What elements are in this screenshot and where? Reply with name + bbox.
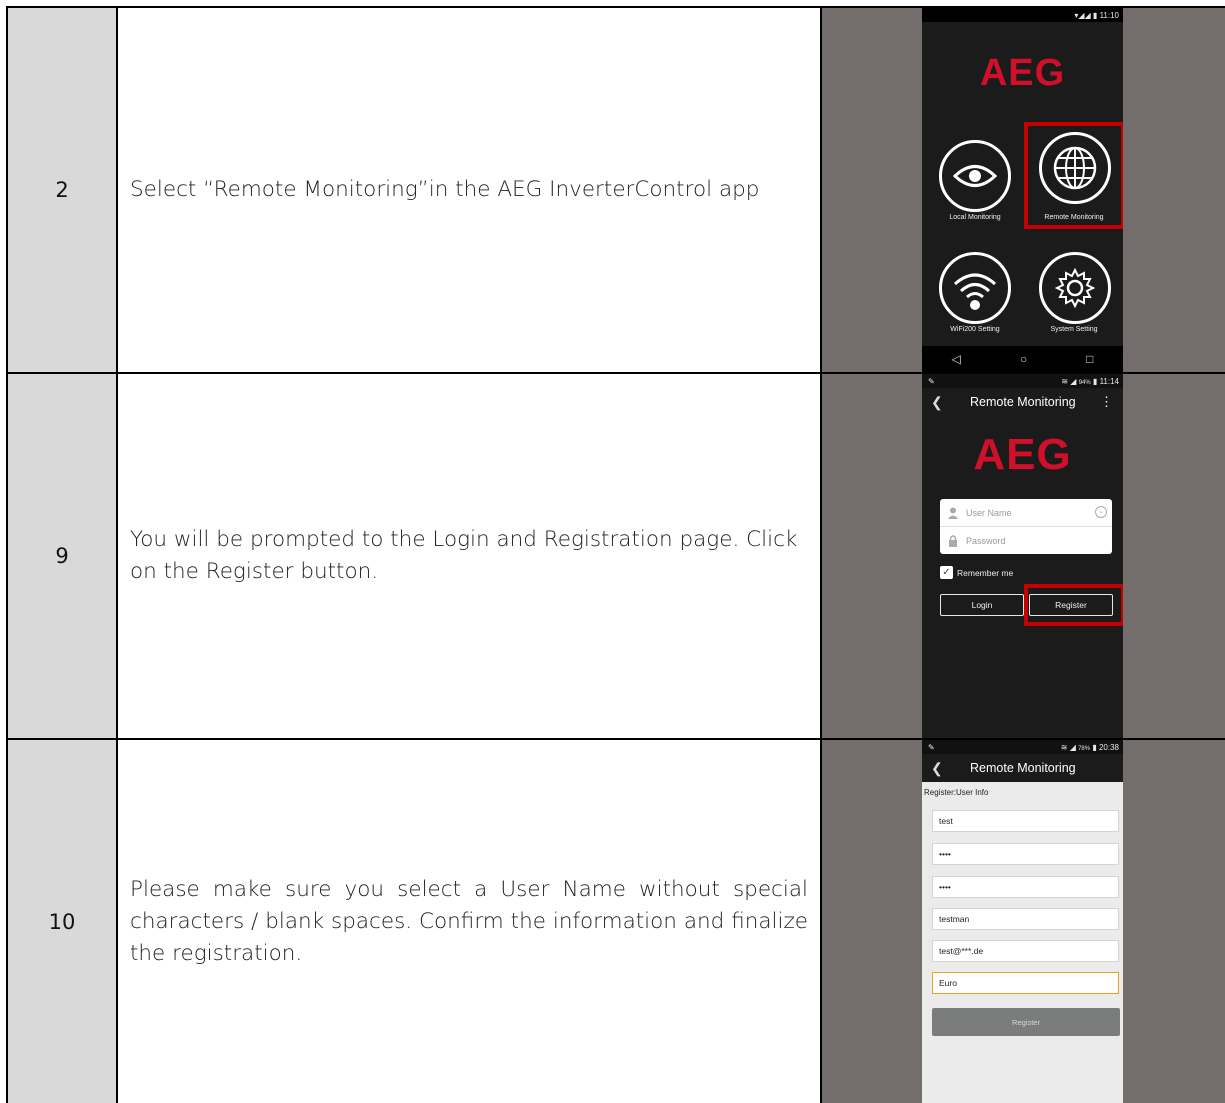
highlight-box — [1024, 584, 1123, 626]
user-icon — [948, 507, 958, 519]
app-toolbar: ❮ Remote Monitoring — [922, 754, 1123, 782]
email-field[interactable]: test@***.de — [932, 940, 1119, 962]
instruction-table: 2 Select “Remote Monitoring”in the AEG I… — [0, 0, 1225, 1103]
status-bar: ▾◢◢ ▮ 11:10 — [922, 8, 1123, 22]
gear-icon — [1054, 267, 1096, 309]
remember-me-label: Remember me — [957, 567, 1014, 578]
password-field[interactable]: •••• — [932, 843, 1119, 865]
confirm-password-field[interactable]: •••• — [932, 876, 1119, 898]
more-menu-icon[interactable]: ⋮ — [1100, 394, 1113, 410]
password-input[interactable]: Password — [940, 527, 1112, 554]
home-nav-icon[interactable]: ○ — [1020, 352, 1027, 366]
screenshot-cell: ✎ ≋ ◢ 78% ▮ 20:38 ❮ Remote Monitoring Re… — [822, 738, 1225, 1103]
status-time: 20:38 — [1098, 742, 1119, 752]
wifi-signal-icon: ≋ ◢ — [1060, 742, 1079, 752]
app-toolbar: ❮ Remote Monitoring ⋮ — [922, 388, 1123, 416]
battery-level: 78% — [1078, 745, 1091, 752]
screenshot-cell: ▾◢◢ ▮ 11:10 AEG Local Monitoring Remote … — [822, 6, 1225, 372]
status-bar: ✎ ≋ ◢ 94% ▮ 11:14 — [922, 374, 1123, 388]
instruction-text: You will be prompted to the Login and Re… — [130, 527, 798, 584]
step-number-cell: 2 — [6, 6, 116, 372]
aeg-logo: AEG — [973, 430, 1072, 479]
login-button[interactable]: Login — [940, 594, 1024, 616]
status-time: 11:10 — [1099, 10, 1119, 20]
system-setting-button[interactable] — [1039, 252, 1111, 324]
aeg-logo: AEG — [979, 52, 1066, 94]
username-input[interactable]: User Name ⌄ — [940, 499, 1112, 527]
wifi-icon — [953, 273, 997, 310]
instruction-cell: You will be prompted to the Login and Re… — [116, 372, 822, 738]
instruction-cell: Select “Remote Monitoring”in the AEG Inv… — [116, 6, 822, 372]
instruction-text: Select “Remote Monitoring”in the AEG Inv… — [130, 177, 760, 202]
remember-me-checkbox[interactable]: ✓ Remember me — [940, 566, 1013, 579]
highlight-box — [1024, 122, 1123, 229]
status-time: 11:14 — [1099, 376, 1119, 386]
step-number-cell: 10 — [6, 738, 116, 1103]
android-nav-bar: ◁ ○ □ — [922, 346, 1123, 372]
status-bar: ✎ ≋ ◢ 78% ▮ 20:38 — [922, 740, 1123, 754]
username-placeholder: User Name — [966, 507, 1012, 518]
table-row: 9 You will be prompted to the Login and … — [0, 372, 1225, 738]
step-number: 10 — [48, 909, 76, 934]
tile-label: WiFi200 Setting — [950, 326, 1000, 333]
app-home-screen: ▾◢◢ ▮ 11:10 AEG Local Monitoring Remote … — [922, 8, 1123, 372]
battery-icon: ▮ — [1090, 376, 1100, 386]
battery-level: 94% — [1078, 379, 1091, 386]
login-form: User Name ⌄ Password — [940, 499, 1112, 554]
instruction-cell: Please make sure you select a User Name … — [116, 738, 822, 1103]
app-register-screen: ✎ ≋ ◢ 78% ▮ 20:38 ❮ Remote Monitoring Re… — [922, 740, 1123, 1103]
screenshot-cell: ✎ ≋ ◢ 94% ▮ 11:14 ❮ Remote Monitoring ⋮ … — [822, 372, 1225, 738]
password-placeholder: Password — [966, 535, 1006, 546]
tile-label: System Setting — [1050, 326, 1098, 333]
eye-icon — [953, 165, 997, 187]
wifi-signal-icon: ≋ ◢ — [1061, 376, 1079, 386]
checkmark-icon: ✓ — [940, 566, 953, 579]
table-row: 10 Please make sure you select a User Na… — [0, 738, 1225, 1103]
step-number: 9 — [55, 544, 69, 568]
register-submit-button[interactable]: Register — [932, 1008, 1120, 1036]
wifi200-setting-button[interactable] — [939, 252, 1011, 324]
signal-icon: ▾◢◢ ▮ — [1074, 10, 1100, 20]
username-field[interactable]: test — [932, 810, 1119, 832]
recents-nav-icon[interactable]: □ — [1086, 352, 1093, 366]
instruction-text: Please make sure you select a User Name … — [130, 876, 808, 966]
local-monitoring-button[interactable] — [939, 140, 1011, 212]
table-row: 2 Select “Remote Monitoring”in the AEG I… — [0, 6, 1225, 372]
step-number: 2 — [55, 178, 69, 202]
dropdown-chevron-icon[interactable]: ⌄ — [1095, 506, 1107, 518]
name-field[interactable]: testman — [932, 908, 1119, 930]
pencil-icon: ✎ — [928, 376, 935, 386]
toolbar-title: Remote Monitoring — [970, 395, 1076, 409]
section-label: Register:User Info — [924, 788, 989, 797]
back-nav-icon[interactable]: ◁ — [952, 352, 961, 366]
pencil-icon: ✎ — [928, 742, 935, 752]
app-login-screen: ✎ ≋ ◢ 94% ▮ 11:14 ❮ Remote Monitoring ⋮ … — [922, 374, 1123, 738]
currency-field[interactable]: Euro — [932, 972, 1119, 994]
tile-label: Local Monitoring — [949, 214, 1001, 221]
step-number-cell: 9 — [6, 372, 116, 738]
battery-icon: ▮ — [1090, 742, 1099, 752]
back-arrow-icon[interactable]: ❮ — [931, 394, 943, 411]
lock-icon — [949, 534, 957, 547]
back-arrow-icon[interactable]: ❮ — [931, 760, 943, 777]
toolbar-title: Remote Monitoring — [970, 761, 1076, 775]
